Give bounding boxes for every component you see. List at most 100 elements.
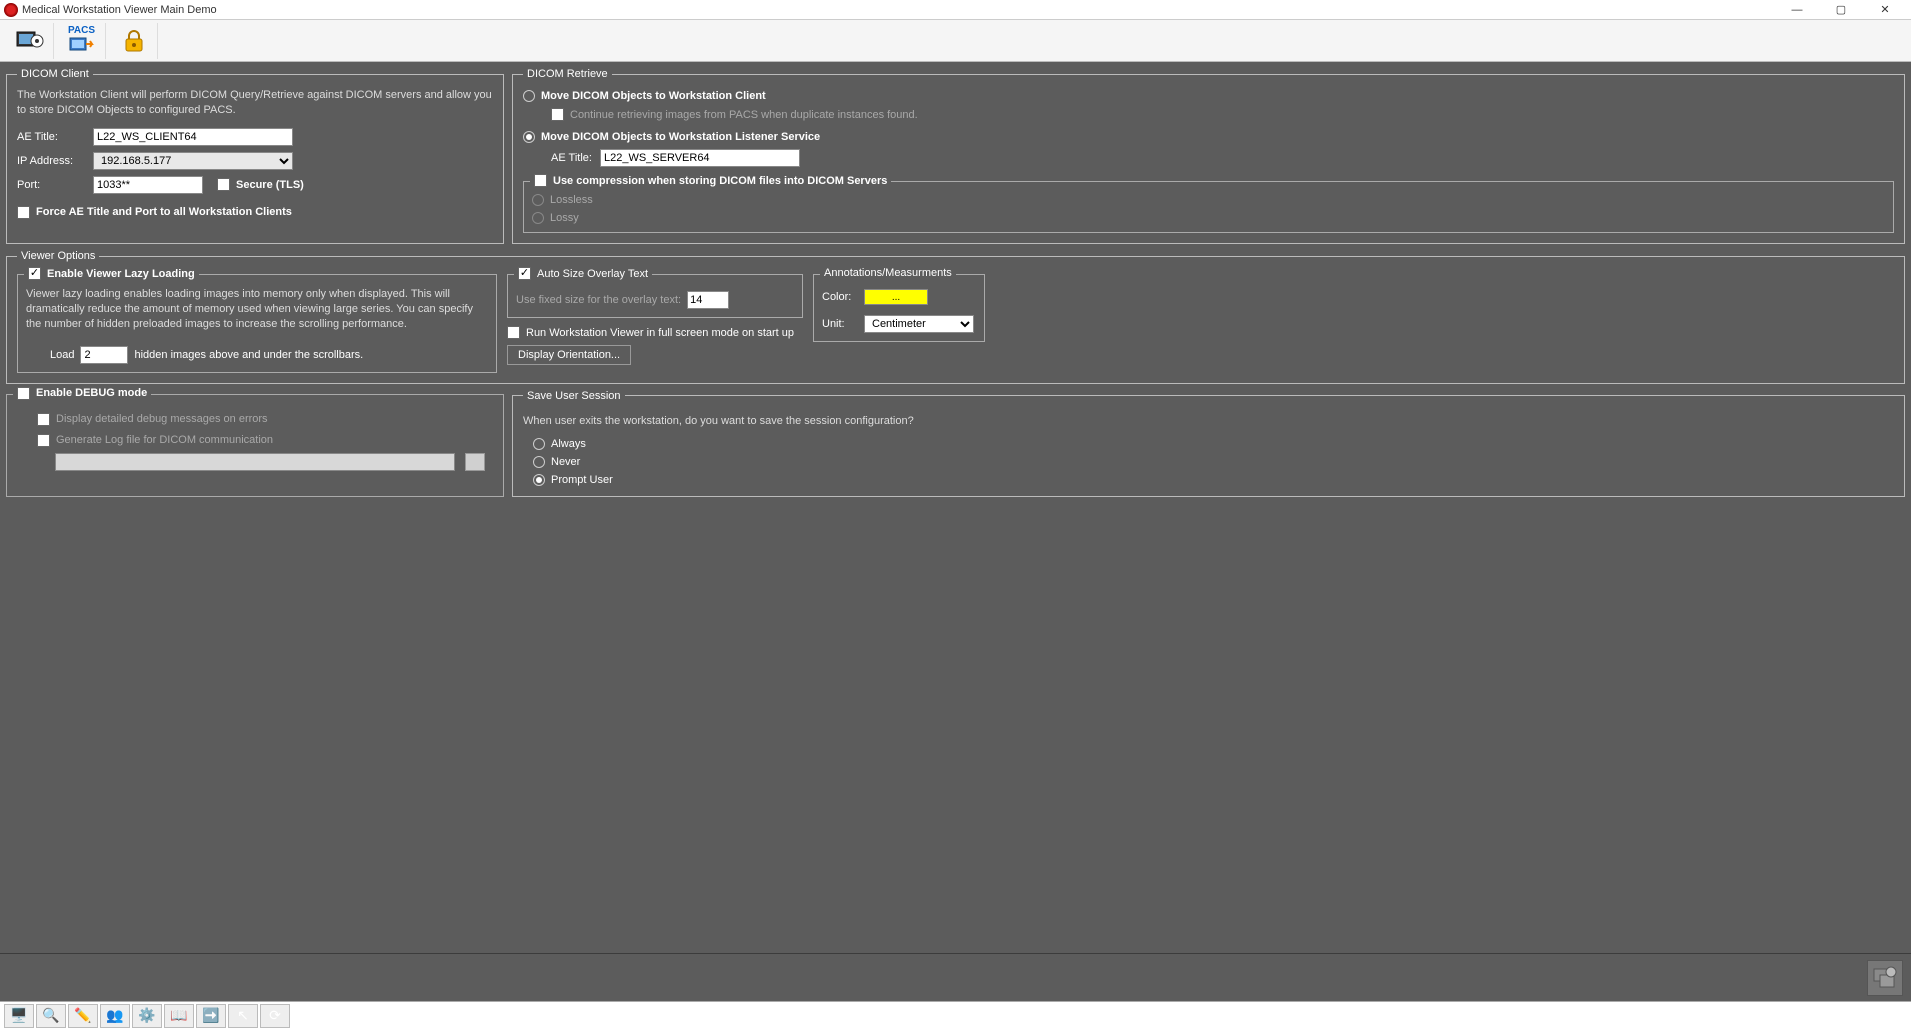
toolbar-settings-button[interactable] — [6, 23, 54, 59]
debug-logpath-input[interactable] — [55, 453, 455, 471]
auto-size-overlay-checkbox[interactable] — [518, 267, 531, 280]
use-compression-checkbox[interactable] — [534, 174, 547, 187]
move-to-listener-label: Move DICOM Objects to Workstation Listen… — [541, 131, 820, 143]
status-settings-button[interactable] — [1867, 960, 1903, 996]
lossy-label: Lossy — [550, 212, 579, 224]
move-to-client-radio[interactable] — [523, 90, 535, 102]
debug-detailed-label: Display detailed debug messages on error… — [56, 413, 268, 425]
use-compression-label: Use compression when storing DICOM files… — [553, 175, 887, 187]
port-label: Port: — [17, 179, 85, 191]
refresh-icon: ⟳ — [269, 1007, 281, 1024]
ip-address-select[interactable]: 192.168.5.177 — [93, 152, 293, 170]
load-label: Load — [50, 349, 74, 361]
browse-logpath-button[interactable] — [465, 453, 485, 471]
secure-tls-label: Secure (TLS) — [236, 179, 304, 191]
debug-genlog-checkbox[interactable] — [37, 434, 50, 447]
minimize-button[interactable]: — — [1775, 0, 1819, 20]
fullscreen-checkbox[interactable] — [507, 326, 520, 339]
lossless-label: Lossless — [550, 194, 593, 206]
dicom-client-description: The Workstation Client will perform DICO… — [17, 88, 493, 118]
titlebar: Medical Workstation Viewer Main Demo — ▢… — [0, 0, 1911, 20]
content-area: DICOM Client The Workstation Client will… — [0, 62, 1911, 953]
ae-title-input[interactable] — [93, 128, 293, 146]
color-picker-button[interactable]: ... — [864, 289, 928, 305]
enable-debug-checkbox[interactable] — [17, 387, 30, 400]
save-never-radio[interactable] — [533, 456, 545, 468]
ip-address-label: IP Address: — [17, 155, 85, 167]
toolbar-pacs-button[interactable]: PACS — [58, 23, 106, 59]
enable-lazy-label: Enable Viewer Lazy Loading — [47, 268, 195, 280]
task-users-button[interactable]: 👥 — [100, 1004, 130, 1028]
task-book-button[interactable]: 📖 — [164, 1004, 194, 1028]
forward-icon: ➡️ — [202, 1007, 219, 1024]
dicom-client-legend: DICOM Client — [17, 68, 93, 80]
save-never-label: Never — [551, 456, 580, 468]
annotations-legend: Annotations/Measurments — [820, 267, 956, 279]
arrow-icon: ↖ — [237, 1007, 249, 1024]
viewer-options-legend: Viewer Options — [17, 250, 99, 262]
task-arrow-button[interactable]: ↖ — [228, 1004, 258, 1028]
app-icon — [4, 3, 18, 17]
settings-icon — [1872, 965, 1898, 991]
port-input[interactable] — [93, 176, 203, 194]
save-session-group: Save User Session When user exits the wo… — [512, 390, 1905, 498]
task-edit-button[interactable]: ✏️ — [68, 1004, 98, 1028]
load-count-input[interactable] — [80, 346, 128, 364]
fixed-size-label: Use fixed size for the overlay text: — [516, 294, 681, 306]
secure-tls-checkbox[interactable] — [217, 178, 230, 191]
toolbar-lock-button[interactable] — [110, 23, 158, 59]
book-icon: 📖 — [170, 1007, 187, 1024]
debug-detailed-checkbox[interactable] — [37, 413, 50, 426]
retrieve-ae-title-label: AE Title: — [551, 152, 592, 164]
continue-retrieving-checkbox[interactable] — [551, 108, 564, 121]
unit-label: Unit: — [822, 318, 858, 330]
fixed-size-input[interactable] — [687, 291, 729, 309]
force-ae-checkbox[interactable] — [17, 206, 30, 219]
enable-debug-label: Enable DEBUG mode — [36, 387, 147, 399]
maximize-button[interactable]: ▢ — [1819, 0, 1863, 20]
color-label: Color: — [822, 291, 858, 303]
pacs-label: PACS — [68, 25, 95, 36]
retrieve-ae-title-input[interactable] — [600, 149, 800, 167]
debug-genlog-label: Generate Log file for DICOM communicatio… — [56, 434, 273, 446]
settings-icon — [16, 29, 44, 53]
task-refresh-button[interactable]: ⟳ — [260, 1004, 290, 1028]
task-gear-button[interactable]: ⚙️ — [132, 1004, 162, 1028]
pencil-icon: ✏️ — [74, 1007, 91, 1024]
lossy-radio[interactable] — [532, 212, 544, 224]
display-orientation-button[interactable]: Display Orientation... — [507, 345, 631, 365]
move-to-listener-radio[interactable] — [523, 131, 535, 143]
dicom-retrieve-legend: DICOM Retrieve — [523, 68, 612, 80]
ae-title-label: AE Title: — [17, 131, 85, 143]
gear-icon: ⚙️ — [138, 1007, 155, 1024]
search-icon: 🔍 — [42, 1007, 59, 1024]
task-search-button[interactable]: 🔍 — [36, 1004, 66, 1028]
task-forward-button[interactable]: ➡️ — [196, 1004, 226, 1028]
unit-select[interactable]: Centimeter — [864, 315, 974, 333]
main-toolbar: PACS — [0, 20, 1911, 62]
lock-icon — [123, 29, 145, 53]
load-suffix-label: hidden images above and under the scroll… — [134, 349, 363, 361]
window-title: Medical Workstation Viewer Main Demo — [22, 4, 217, 16]
save-always-radio[interactable] — [533, 438, 545, 450]
users-icon: 👥 — [106, 1007, 123, 1024]
status-bar — [0, 953, 1911, 1001]
task-monitor-button[interactable]: 🖥️ — [4, 1004, 34, 1028]
close-button[interactable]: ✕ — [1863, 0, 1907, 20]
fullscreen-label: Run Workstation Viewer in full screen mo… — [526, 327, 794, 339]
force-ae-label: Force AE Title and Port to all Workstati… — [36, 206, 292, 218]
enable-lazy-checkbox[interactable] — [28, 267, 41, 280]
auto-size-overlay-label: Auto Size Overlay Text — [537, 268, 648, 280]
save-prompt-label: Prompt User — [551, 474, 613, 486]
move-to-client-label: Move DICOM Objects to Workstation Client — [541, 90, 766, 102]
lossless-radio[interactable] — [532, 194, 544, 206]
bottom-toolbar: 🖥️ 🔍 ✏️ 👥 ⚙️ 📖 ➡️ ↖ ⟳ — [0, 1001, 1911, 1029]
save-session-question: When user exits the workstation, do you … — [523, 414, 1894, 429]
monitor-icon: 🖥️ — [10, 1007, 27, 1024]
continue-retrieving-label: Continue retrieving images from PACS whe… — [570, 109, 918, 121]
dicom-client-group: DICOM Client The Workstation Client will… — [6, 68, 504, 244]
save-always-label: Always — [551, 438, 586, 450]
viewer-options-group: Viewer Options Enable Viewer Lazy Loadin… — [6, 250, 1905, 384]
lazy-description: Viewer lazy loading enables loading imag… — [26, 287, 488, 332]
save-prompt-radio[interactable] — [533, 474, 545, 486]
